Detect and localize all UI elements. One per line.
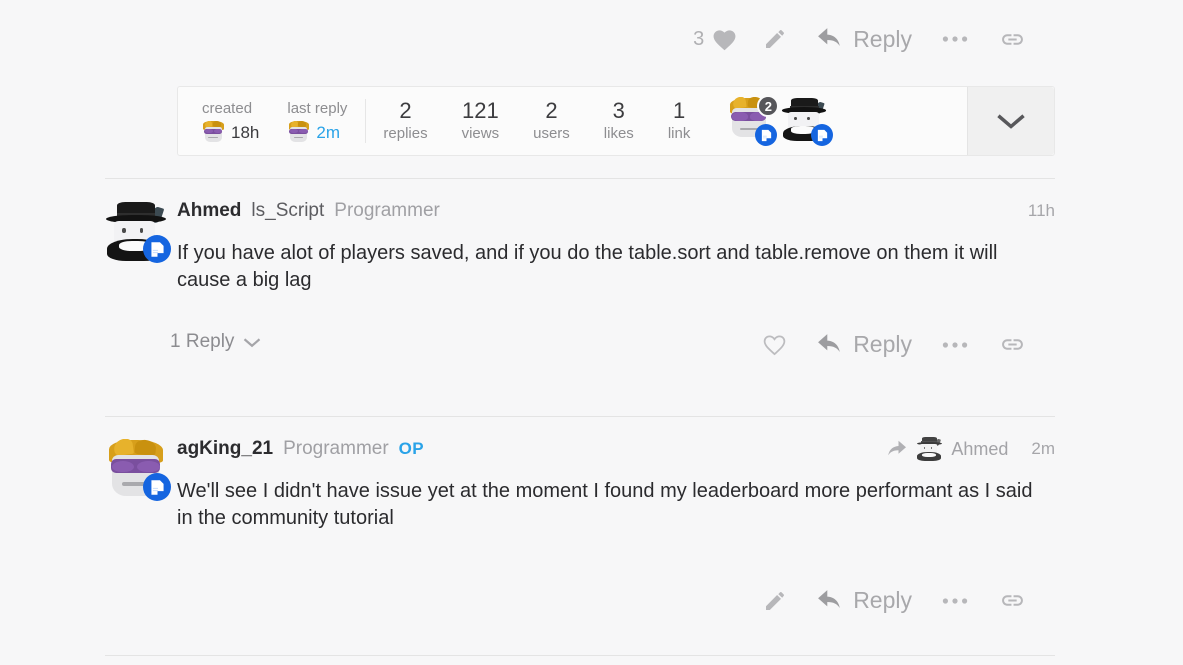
reply-label: Reply — [853, 587, 912, 613]
stat-users-label: users — [533, 125, 570, 142]
link-icon — [1000, 27, 1025, 52]
stat-users[interactable]: 2 users — [516, 87, 587, 155]
created-stat[interactable]: created 18h — [188, 98, 273, 144]
reply-arrow-icon — [817, 589, 843, 613]
more-options-button[interactable] — [926, 334, 984, 356]
heart-filled-icon — [712, 28, 737, 51]
post-item: Ahmed ls_Script Programmer 11h If you ha… — [105, 178, 1055, 416]
created-value: 18h — [231, 122, 260, 142]
doc-badge-icon — [143, 235, 171, 263]
post-timestamp[interactable]: 2m — [1017, 439, 1055, 459]
stat-links-value: 1 — [672, 98, 686, 123]
topic-top-actions: 3 Reply — [0, 0, 1055, 78]
reply-button[interactable]: Reply — [803, 581, 926, 620]
post-item: agKing_21 Programmer OP Ahmed 2m We'll s… — [105, 416, 1055, 655]
created-label: created — [202, 100, 253, 117]
last-reply-stat[interactable]: last reply 2m — [273, 98, 361, 144]
blonde-sunglasses-avatar — [202, 121, 225, 144]
post-avatar[interactable] — [105, 201, 171, 263]
more-options-button[interactable] — [926, 590, 984, 612]
ellipsis-icon — [942, 340, 968, 350]
participant-ahmed[interactable] — [781, 97, 834, 146]
post-content: Ahmed ls_Script Programmer 11h If you ha… — [177, 179, 1055, 294]
post-header: Ahmed ls_Script Programmer 11h — [177, 197, 1055, 225]
topic-page: 3 Reply created 18h last reply 2m 2 repl… — [0, 0, 1183, 665]
ellipsis-icon — [942, 34, 968, 44]
reply-to-username[interactable]: Ahmed — [951, 439, 1008, 460]
stat-users-value: 2 — [545, 98, 558, 123]
pencil-icon — [763, 589, 787, 613]
doc-badge-icon — [811, 124, 834, 146]
stat-views-value: 121 — [461, 98, 499, 123]
like-button[interactable]: 3 — [683, 22, 747, 57]
share-link-button[interactable] — [984, 326, 1041, 363]
like-button[interactable] — [746, 327, 803, 362]
post-header-right: 11h — [1014, 201, 1055, 221]
bottom-divider — [105, 655, 1055, 656]
last-reply-label: last reply — [287, 100, 348, 117]
pencil-icon — [763, 27, 787, 51]
doc-badge-icon — [755, 124, 778, 146]
blonde-sunglasses-avatar — [287, 121, 310, 144]
post-content: agKing_21 Programmer OP Ahmed 2m We'll s… — [177, 417, 1055, 532]
stat-links[interactable]: 1 link — [651, 87, 708, 155]
reply-label: Reply — [853, 331, 912, 357]
stat-likes-label: likes — [603, 125, 634, 142]
post-user-group: Programmer — [283, 438, 389, 459]
reply-label: Reply — [853, 25, 912, 52]
stat-views-label: views — [461, 125, 500, 142]
edit-button[interactable] — [747, 583, 803, 619]
post-timestamp[interactable]: 11h — [1014, 201, 1055, 221]
post-username[interactable]: Ahmed — [177, 200, 241, 222]
last-reply-value: 2m — [316, 122, 340, 142]
post-header-right: Ahmed 2m — [885, 436, 1055, 462]
topic-stats-panel: created 18h last reply 2m 2 replies 121 … — [177, 86, 1055, 156]
heart-outline-icon — [762, 333, 787, 356]
op-badge: OP — [398, 439, 425, 458]
topic-timeline-dates: created 18h last reply 2m — [178, 87, 365, 155]
last-reply-row: 2m — [287, 121, 347, 144]
like-count: 3 — [693, 27, 705, 50]
doc-badge-icon — [143, 473, 171, 501]
post-username[interactable]: agKing_21 — [177, 438, 273, 460]
post-actions: Reply — [105, 581, 1055, 620]
ellipsis-icon — [942, 596, 968, 606]
post-text: We'll see I didn't have issue yet at the… — [177, 480, 1033, 529]
link-icon — [1000, 332, 1025, 357]
stat-likes[interactable]: 3 likes — [587, 87, 651, 155]
share-link-button[interactable] — [984, 582, 1041, 619]
participant-post-count-badge: 2 — [757, 95, 780, 117]
post-actions: Reply — [105, 325, 1055, 364]
stat-links-label: link — [667, 125, 691, 142]
reply-forward-arrow-icon[interactable] — [885, 440, 907, 458]
reply-to-avatar — [916, 436, 942, 462]
more-options-button[interactable] — [926, 28, 984, 50]
chevron-down-icon — [996, 112, 1026, 130]
post-user-group: Programmer — [334, 200, 440, 221]
post-header: agKing_21 Programmer OP Ahmed 2m — [177, 435, 1055, 463]
stat-views[interactable]: 121 views — [445, 87, 517, 155]
expand-topic-details-button[interactable] — [967, 87, 1054, 155]
reply-arrow-icon — [817, 27, 843, 51]
created-row: 18h — [202, 121, 259, 144]
participants-list: 2 — [707, 87, 967, 155]
stat-replies-label: replies — [383, 125, 428, 142]
stat-replies[interactable]: 2 replies — [366, 87, 444, 155]
reply-arrow-icon — [817, 333, 843, 357]
edit-button[interactable] — [747, 21, 803, 57]
participant-agking-21[interactable]: 2 — [727, 95, 780, 146]
stat-likes-value: 3 — [612, 98, 625, 123]
share-link-button[interactable] — [984, 21, 1041, 58]
post-user-title: ls_Script — [251, 200, 325, 221]
post-text: If you have alot of players saved, and i… — [177, 242, 998, 291]
stat-replies-value: 2 — [399, 98, 412, 123]
reply-button[interactable]: Reply — [803, 20, 926, 59]
post-avatar[interactable] — [105, 439, 171, 501]
link-icon — [1000, 588, 1025, 613]
reply-button[interactable]: Reply — [803, 325, 926, 364]
